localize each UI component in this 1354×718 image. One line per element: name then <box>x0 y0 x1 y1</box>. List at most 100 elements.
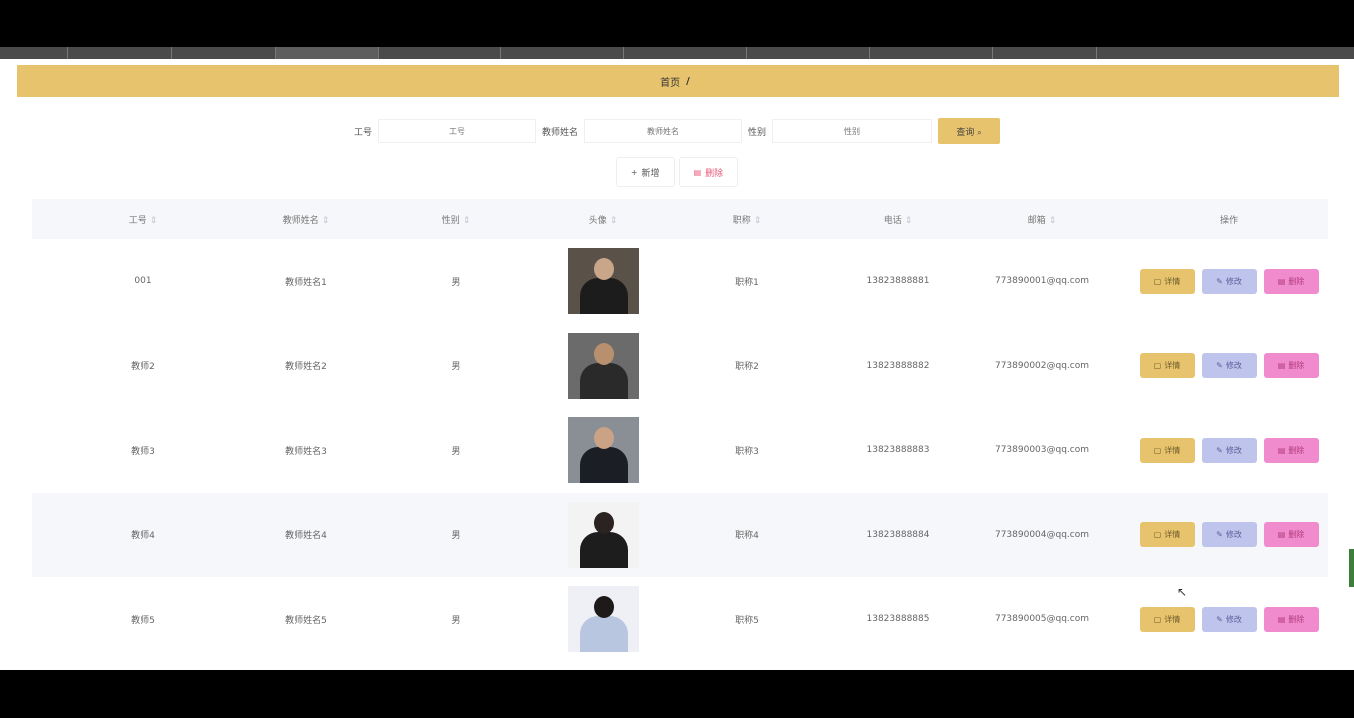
cell-id: 教师5 <box>131 615 155 626</box>
delete-label: 删除 <box>1288 361 1305 371</box>
edit-button[interactable]: ✎ 修改 <box>1201 522 1257 548</box>
nav-tab-active[interactable] <box>276 47 379 59</box>
search-label-gender: 性别 <box>748 127 767 138</box>
detail-button[interactable]: ▢ 详情 <box>1139 353 1195 379</box>
add-button[interactable]: + 新增 <box>615 157 675 187</box>
scrollbar-thumb[interactable] <box>1349 549 1354 587</box>
batch-delete-button[interactable]: ▤ 删除 <box>678 157 739 187</box>
cell-name: 教师姓名4 <box>285 531 327 542</box>
col-header-gender[interactable]: 性别 ⇕ <box>358 213 554 226</box>
nav-tab[interactable] <box>747 47 870 59</box>
detail-button[interactable]: ▢ 详情 <box>1139 437 1195 463</box>
query-label: 查询 <box>956 127 975 138</box>
nav-tab[interactable] <box>68 47 172 59</box>
nav-tab[interactable] <box>624 47 747 59</box>
avatar-photo[interactable] <box>567 248 639 315</box>
edit-button[interactable]: ✎ 修改 <box>1201 268 1257 294</box>
sort-icon: ⇕ <box>462 215 471 226</box>
table-header: 工号 ⇕ 教师姓名 ⇕ 性别 ⇕ 头像 ⇕ 职称 ⇕ 电话 ⇕ 邮箱 ⇕ 操作 <box>32 199 1328 239</box>
nav-tab[interactable] <box>501 47 624 59</box>
detail-label: 详情 <box>1164 614 1181 624</box>
detail-button[interactable]: ▢ 详情 <box>1139 606 1195 632</box>
cell-title: 职称2 <box>735 362 759 373</box>
cell-ops: ▢ 详情 ✎ 修改 ▤ 删除 <box>1130 268 1328 294</box>
cell-avatar <box>554 332 652 399</box>
top-black-bar <box>0 0 1354 47</box>
cell-avatar <box>554 501 652 568</box>
cell-phone: 13823888885 <box>866 614 930 625</box>
bottom-black-bar <box>0 670 1354 718</box>
table-row: 001 教师姓名1 男 职称1 13823888881 773890001@qq.com ▢… <box>32 239 1328 324</box>
search-input-id[interactable] <box>377 119 536 143</box>
breadcrumb-home[interactable]: 首页 <box>660 74 680 89</box>
col-header-title[interactable]: 职称 ⇕ <box>652 213 842 226</box>
document-icon: ▢ <box>1153 530 1162 540</box>
cell-id: 001 <box>134 276 152 287</box>
nav-tab[interactable] <box>1097 47 1354 59</box>
avatar-photo[interactable] <box>567 501 639 568</box>
detail-label: 详情 <box>1164 445 1181 455</box>
sort-icon: ⇕ <box>904 215 913 226</box>
delete-label: 删除 <box>1288 276 1305 286</box>
edit-button[interactable]: ✎ 修改 <box>1201 606 1257 632</box>
breadcrumb: 首页 / <box>17 65 1339 97</box>
cell-phone: 13823888884 <box>866 529 930 540</box>
cell-name: 教师姓名2 <box>285 362 327 373</box>
nav-tab[interactable] <box>379 47 501 59</box>
cell-id: 教师4 <box>131 531 155 542</box>
delete-button[interactable]: ▤ 删除 <box>1263 437 1319 463</box>
col-header-ops: 操作 <box>1130 213 1328 226</box>
delete-label: 删除 <box>1288 445 1305 455</box>
col-header-name[interactable]: 教师姓名 ⇕ <box>254 213 358 226</box>
search-input-gender[interactable] <box>772 119 933 143</box>
search-input-name[interactable] <box>584 119 742 143</box>
plus-icon: + <box>630 167 638 177</box>
pencil-icon: ✎ <box>1216 445 1223 455</box>
cell-phone: 13823888883 <box>866 445 930 456</box>
cell-avatar <box>554 417 652 484</box>
col-label: 头像 <box>588 215 607 226</box>
col-header-avatar[interactable]: 头像 ⇕ <box>554 213 652 226</box>
col-header-email[interactable]: 邮箱 ⇕ <box>954 213 1130 226</box>
delete-button[interactable]: ▤ 删除 <box>1263 606 1319 632</box>
avatar-photo[interactable] <box>567 332 639 399</box>
delete-button[interactable]: ▤ 删除 <box>1263 522 1319 548</box>
cell-title: 职称3 <box>735 446 759 457</box>
detail-label: 详情 <box>1164 361 1181 371</box>
avatar-body-shape <box>579 447 628 484</box>
nav-tab[interactable] <box>0 47 68 59</box>
col-label: 电话 <box>883 215 902 226</box>
avatar-head-shape <box>593 596 614 619</box>
search-label-name: 教师姓名 <box>541 127 578 138</box>
col-label: 职称 <box>732 215 751 226</box>
cell-avatar <box>554 248 652 315</box>
search-bar: 工号 教师姓名 性别 查询 ⌕ <box>0 118 1354 144</box>
cell-gender: 男 <box>451 531 461 542</box>
avatar-photo[interactable] <box>567 417 639 484</box>
pencil-icon: ✎ <box>1216 530 1223 540</box>
document-icon: ▢ <box>1153 361 1162 371</box>
cell-id: 教师3 <box>131 446 155 457</box>
nav-tab[interactable] <box>993 47 1097 59</box>
avatar-head-shape <box>593 342 614 365</box>
detail-button[interactable]: ▢ 详情 <box>1139 522 1195 548</box>
avatar-photo[interactable] <box>567 586 639 653</box>
document-icon: ▢ <box>1153 614 1162 624</box>
delete-label: 删除 <box>1288 530 1305 540</box>
cell-title: 职称5 <box>735 615 759 626</box>
col-header-phone[interactable]: 电话 ⇕ <box>842 213 954 226</box>
teacher-table: 工号 ⇕ 教师姓名 ⇕ 性别 ⇕ 头像 ⇕ 职称 ⇕ 电话 ⇕ 邮箱 ⇕ 操作 001 教师姓名… <box>32 199 1328 662</box>
sort-icon: ⇕ <box>149 215 158 226</box>
col-header-id[interactable]: 工号 ⇕ <box>32 213 254 226</box>
delete-button[interactable]: ▤ 删除 <box>1263 353 1319 379</box>
edit-button[interactable]: ✎ 修改 <box>1201 353 1257 379</box>
edit-button[interactable]: ✎ 修改 <box>1201 437 1257 463</box>
nav-tab[interactable] <box>870 47 993 59</box>
col-label: 邮箱 <box>1027 215 1046 226</box>
query-button[interactable]: 查询 ⌕ <box>938 118 1001 144</box>
detail-button[interactable]: ▢ 详情 <box>1139 268 1195 294</box>
cell-phone: 13823888881 <box>866 276 930 287</box>
nav-tab[interactable] <box>172 47 276 59</box>
delete-button[interactable]: ▤ 删除 <box>1263 268 1319 294</box>
main-content: 首页 / 工号 教师姓名 性别 查询 ⌕ + 新增 ▤ 删除 <box>0 59 1354 670</box>
